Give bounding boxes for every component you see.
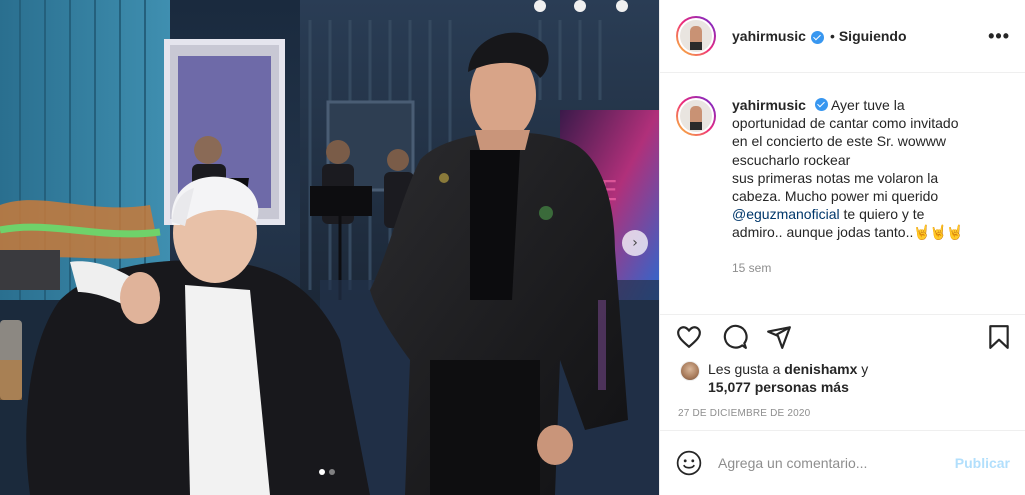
bookmark-icon[interactable] [986, 324, 1012, 350]
post-header: yahirmusic • Siguiendo ••• [660, 0, 1025, 73]
profile-picture [678, 18, 714, 54]
likes-connector: y [857, 361, 869, 377]
action-bar [660, 314, 1025, 358]
carousel-indicator [319, 469, 335, 475]
caption-line: cabeza. Mucho power mi querido [732, 188, 939, 205]
caption-line: te quiero y te [839, 206, 925, 223]
caption-line: escucharlo rockear [732, 151, 851, 168]
following-button[interactable]: Siguiendo [839, 28, 907, 44]
caption-section: yahirmusic Ayer tuve la oportunidad de c… [660, 74, 1025, 314]
caption-line: oportunidad de cantar como invitado [732, 115, 959, 132]
publish-button[interactable]: Publicar [955, 455, 1010, 471]
carousel-dot [329, 469, 335, 475]
caption-line: en el concierto de este Sr. wowww [732, 133, 946, 150]
verified-badge-icon [810, 30, 824, 44]
likes-prefix: Les gusta a [708, 361, 785, 377]
likes-summary: Les gusta a denishamx y 15,077 personas … [680, 360, 868, 396]
post-photo-scene: E [0, 0, 659, 495]
caption-line: Ayer tuve la [830, 97, 905, 113]
header-username[interactable]: yahirmusic [732, 28, 806, 44]
post-date[interactable]: 27 DE DICIEMBRE DE 2020 [678, 408, 810, 419]
avatar[interactable] [676, 96, 716, 136]
verified-badge-icon [814, 98, 828, 111]
caption-text: yahirmusic Ayer tuve la oportunidad de c… [732, 96, 1002, 314]
liker-avatar[interactable] [680, 361, 700, 381]
caption-username[interactable]: yahirmusic [732, 97, 806, 113]
carousel-next-button[interactable]: › [622, 230, 648, 256]
emoji-icon[interactable] [676, 450, 702, 476]
caption-time-ago[interactable]: 15 sem [732, 259, 1002, 277]
heart-icon[interactable] [676, 324, 702, 350]
caption-line: admiro.. aunque jodas tanto.. [732, 224, 914, 241]
liker-username[interactable]: denishamx [784, 361, 857, 377]
carousel-dot [319, 469, 325, 475]
chevron-right-icon: › [632, 235, 638, 251]
separator-dot: • [829, 28, 835, 44]
caption-line: sus primeras notas me volaron la [732, 169, 939, 186]
profile-picture [678, 98, 714, 134]
likes-count[interactable]: 15,077 personas más [708, 379, 849, 395]
post-photo[interactable]: E › [0, 0, 659, 495]
avatar[interactable] [676, 16, 716, 56]
comment-bar: Publicar [660, 430, 1025, 495]
comment-input[interactable] [718, 455, 955, 471]
more-options-icon[interactable]: ••• [988, 26, 1010, 47]
comment-icon[interactable] [722, 324, 748, 350]
post-details-panel: yahirmusic • Siguiendo ••• yahirmusic Ay… [659, 0, 1025, 495]
mention-link[interactable]: @eguzmanoficial [732, 206, 840, 222]
rock-hand-emoji: 🤘🤘🤘 [913, 225, 963, 242]
share-icon[interactable] [766, 324, 792, 350]
